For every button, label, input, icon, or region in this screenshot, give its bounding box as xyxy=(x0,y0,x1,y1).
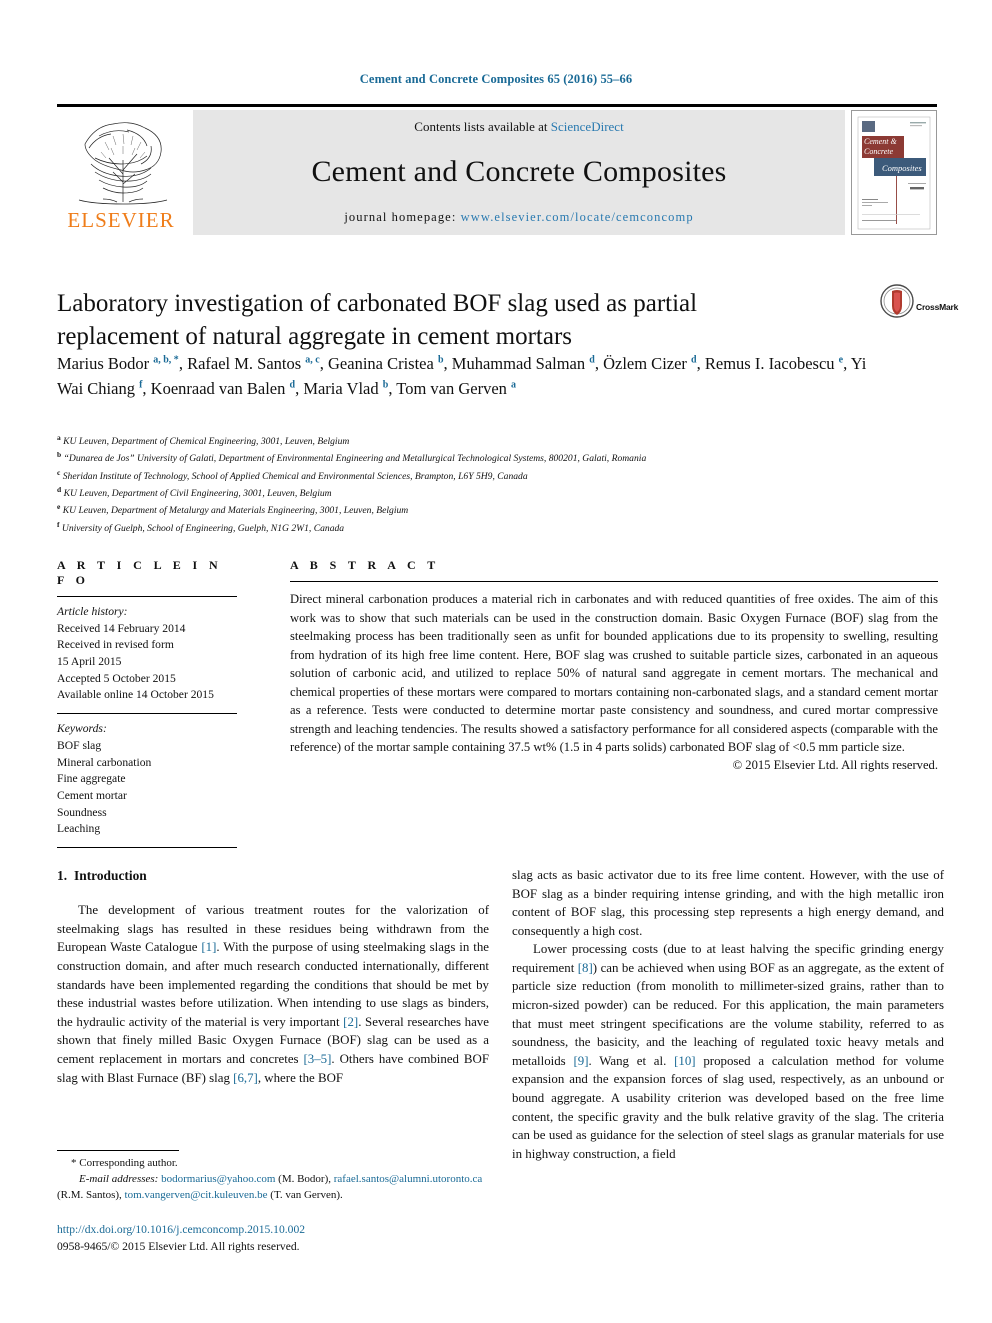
abstract-copyright: © 2015 Elsevier Ltd. All rights reserved… xyxy=(732,757,938,772)
section-heading-introduction: 1. Introduction xyxy=(57,866,489,885)
history-lines: Received 14 February 2014 Received in rev… xyxy=(57,621,237,704)
abstract-column: A B S T R A C T Direct mineral carbonati… xyxy=(290,558,938,773)
keyword-lines: BOF slag Mineral carbonation Fine aggregat… xyxy=(57,738,237,838)
author-list: Marius Bodor a, b, *, Rafael M. Santos a… xyxy=(57,354,867,398)
keyword-item: Cement mortar xyxy=(57,788,127,802)
masthead-banner: Contents lists available at ScienceDirec… xyxy=(193,110,845,235)
contents-prefix: Contents lists available at xyxy=(414,119,551,134)
section-title: Introduction xyxy=(74,868,147,883)
email-link-3[interactable]: tom.vangerven@cit.kuleuven.be xyxy=(125,1189,268,1201)
elsevier-logo: ELSEVIER xyxy=(57,110,189,235)
article-history-line: Received 14 February 2014 xyxy=(57,621,186,635)
elsevier-tree-icon xyxy=(78,122,168,205)
article-info-heading: A R T I C L E I N F O xyxy=(57,558,223,587)
keyword-item: Leaching xyxy=(57,822,101,836)
email-label: E-mail addresses: xyxy=(79,1172,159,1185)
affiliation-item: c Sheridan Institute of Technology, Scho… xyxy=(57,467,528,482)
sciencedirect-link[interactable]: ScienceDirect xyxy=(551,119,624,134)
intro-paragraph-1: The development of various treatment rou… xyxy=(57,903,489,1085)
affiliation-item: e KU Leuven, Department of Metalurgy and… xyxy=(57,502,409,517)
article-history-line: Accepted 5 October 2015 xyxy=(57,671,176,685)
body-column-right: slag acts as basic activator due to its … xyxy=(512,866,944,1163)
affiliation-item: b “Dunarea de Jos” University of Galati,… xyxy=(57,450,647,465)
journal-homepage-link[interactable]: www.elsevier.com/locate/cemconcomp xyxy=(461,210,694,224)
abstract-heading: A B S T R A C T xyxy=(290,558,440,572)
body-column-left: 1. Introduction The development of variou… xyxy=(57,866,489,1087)
article-history-label: Article history: xyxy=(57,605,128,618)
keyword-item: Soundness xyxy=(57,805,107,819)
keyword-item: Mineral carbonation xyxy=(57,755,152,769)
footnote-rule xyxy=(57,1150,179,1151)
keywords-label: Keywords: xyxy=(57,722,107,736)
journal-masthead: ELSEVIER Contents lists available at Sci… xyxy=(57,104,937,235)
crossmark-icon xyxy=(880,284,914,318)
article-history-line: Available online 14 October 2015 xyxy=(57,688,214,702)
crossmark-badge[interactable]: CrossMark xyxy=(880,284,958,330)
issn-copyright-line: 0958-9465/© 2015 Elsevier Ltd. All right… xyxy=(57,1239,300,1253)
svg-text:Concrete: Concrete xyxy=(864,147,893,156)
email-addresses: E-mail addresses: bodormarius@yahoo.com … xyxy=(57,1172,483,1201)
publication-footer: http://dx.doi.org/10.1016/j.cemconcomp.2… xyxy=(57,1222,527,1256)
keywords-block: Keywords: BOF slag Mineral carbonation Fin… xyxy=(57,714,237,838)
email-link-1[interactable]: bodormarius@yahoo.com xyxy=(161,1173,275,1185)
keyword-item: Fine aggregate xyxy=(57,772,126,786)
keyword-item: BOF slag xyxy=(57,738,102,752)
svg-text:Composites: Composites xyxy=(882,163,922,173)
keywords-rule-bottom xyxy=(57,846,237,848)
journal-homepage-line: journal homepage: www.elsevier.com/locat… xyxy=(344,210,693,225)
article-history-line: 15 April 2015 xyxy=(57,655,122,669)
section-number: 1. xyxy=(57,868,68,883)
corresponding-author-note: * Corresponding author. xyxy=(71,1157,178,1169)
elsevier-wordmark: ELSEVIER xyxy=(67,208,175,232)
doi-link[interactable]: http://dx.doi.org/10.1016/j.cemconcomp.2… xyxy=(57,1222,527,1239)
affiliation-item: f University of Guelph, School of Engine… xyxy=(57,519,345,534)
affiliation-item: d KU Leuven, Department of Civil Enginee… xyxy=(57,485,332,500)
homepage-prefix: journal homepage: xyxy=(344,210,461,224)
footnote-block: * Corresponding author. E-mail addresses… xyxy=(57,1150,493,1203)
journal-cover-art: Cement & Concrete Composites xyxy=(852,111,936,234)
journal-title: Cement and Concrete Composites xyxy=(311,154,727,188)
journal-cover-thumbnail: Cement & Concrete Composites xyxy=(851,110,937,235)
svg-text:Cement &: Cement & xyxy=(864,137,897,146)
running-head: Cement and Concrete Composites 65 (2016)… xyxy=(359,72,633,86)
paper-page: Cement and Concrete Composites 65 (2016)… xyxy=(0,0,992,1323)
article-info-column: A R T I C L E I N F O Article history: R… xyxy=(57,558,237,848)
article-history: Article history: Received 14 February 20… xyxy=(57,597,237,704)
contents-available-line: Contents lists available at ScienceDirec… xyxy=(414,119,623,135)
affiliation-list: a KU Leuven, Department of Chemical Engi… xyxy=(57,432,897,536)
email-link-2[interactable]: rafael.santos@alumni.utoronto.ca xyxy=(334,1173,483,1185)
intro-paragraph-2: slag acts as basic activator due to its … xyxy=(512,868,944,938)
article-history-line: Received in revised form xyxy=(57,638,174,652)
page-title: Laboratory investigation of carbonated B… xyxy=(57,290,698,350)
abstract-text: Direct mineral carbonation produces a ma… xyxy=(290,592,938,754)
affiliation-item: a KU Leuven, Department of Chemical Engi… xyxy=(57,433,350,448)
intro-paragraph-3: Lower processing costs (due to at least … xyxy=(512,942,945,1161)
crossmark-label: CrossMark xyxy=(916,302,959,312)
